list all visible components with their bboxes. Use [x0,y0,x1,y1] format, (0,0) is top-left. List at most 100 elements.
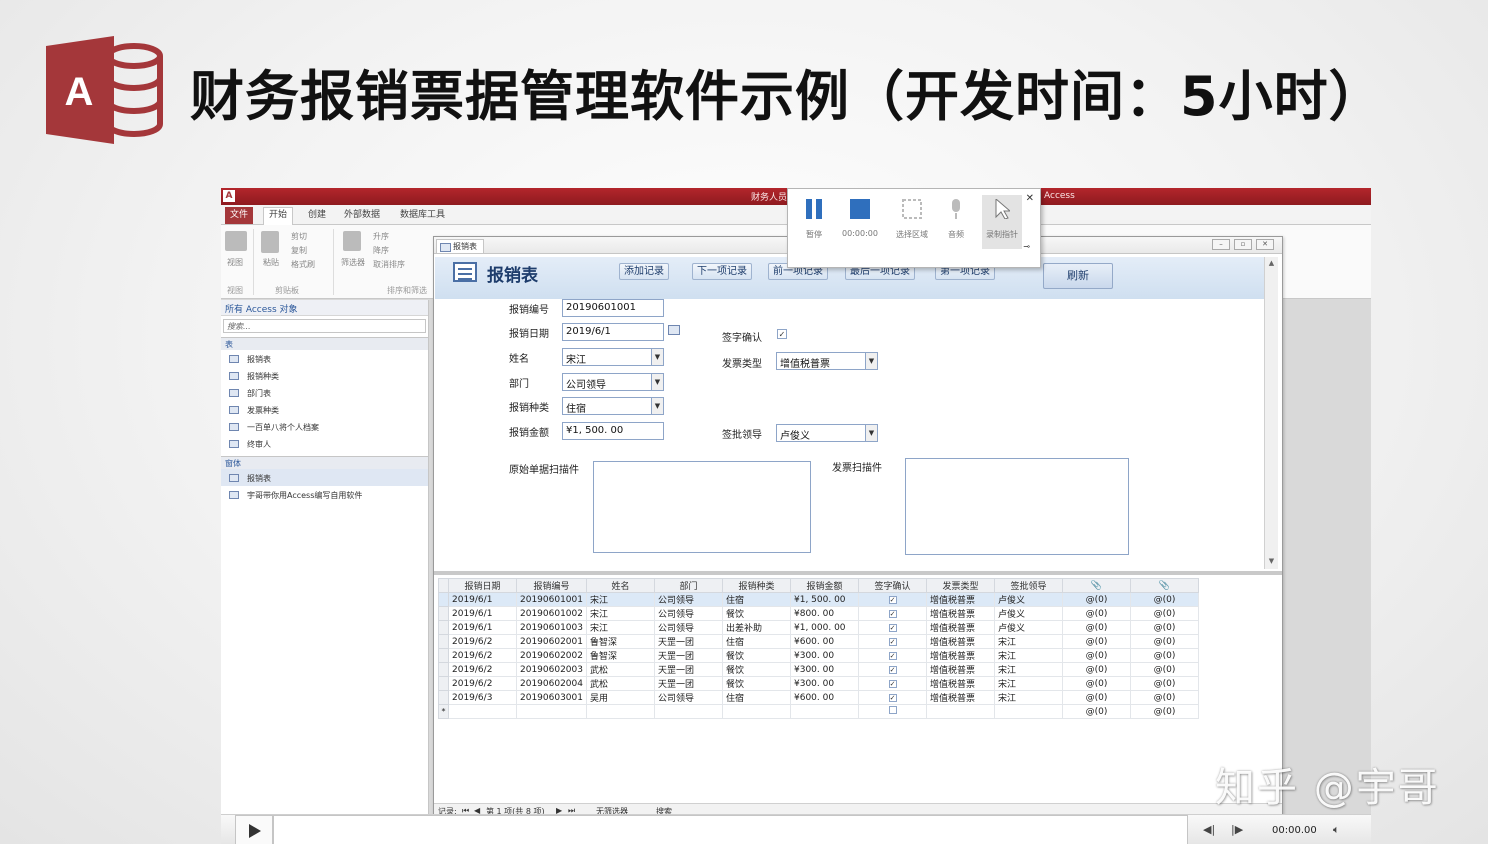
table-cell[interactable]: @(0) [1062,676,1131,691]
table-cell[interactable]: 宋江 [994,662,1063,677]
table-cell[interactable]: 20190602002 [516,648,587,663]
table-cell[interactable]: 鲁智深 [586,648,655,663]
row-selector[interactable] [438,606,449,621]
table-cell[interactable]: 宋江 [586,592,655,607]
tab-external-data[interactable]: 外部数据 [339,208,385,223]
table-cell[interactable]: @(0) [1130,704,1199,719]
table-cell[interactable]: 2019/6/3 [448,690,517,705]
close-icon[interactable]: ✕ [1026,193,1034,204]
table-cell[interactable]: 公司领导 [654,606,723,621]
table-cell[interactable]: 天罡一团 [654,676,723,691]
attachment-column-header[interactable]: 📎 [1062,578,1131,593]
table-cell[interactable]: @(0) [1130,620,1199,635]
column-header[interactable]: 报销金额 [790,578,859,593]
table-cell-checkbox[interactable]: ✓ [858,620,927,635]
table-cell[interactable]: 住宿 [722,690,791,705]
table-cell[interactable]: 公司领导 [654,620,723,635]
table-cell[interactable] [586,704,655,719]
nav-group-tables[interactable]: 表 [221,337,428,350]
table-cell[interactable]: ¥300. 00 [790,648,859,663]
table-cell-checkbox[interactable]: ✓ [858,634,927,649]
scroll-up-icon[interactable]: ▲ [1267,259,1276,268]
table-cell[interactable]: ¥300. 00 [790,676,859,691]
record-pointer-button[interactable]: 录制指针 [982,195,1022,249]
table-cell[interactable]: 吴用 [586,690,655,705]
paste-button[interactable]: 粘贴 [263,257,279,268]
row-selector[interactable] [438,592,449,607]
table-cell[interactable]: 餐饮 [722,676,791,691]
table-cell[interactable]: ¥800. 00 [790,606,859,621]
pause-button[interactable]: 暂停 [794,199,834,240]
tab-database-tools[interactable]: 数据库工具 [395,208,450,223]
table-row[interactable]: 2019/6/2 20190602002 鲁智深 天罡一团 餐饮 ¥300. 00 ✓ 增值税… [438,648,1199,663]
skip-back-icon[interactable]: ◀| [1203,823,1215,836]
table-cell[interactable]: 20190602004 [516,676,587,691]
table-cell[interactable]: @(0) [1062,620,1131,635]
sort-desc-button[interactable]: 降序 [373,245,389,256]
table-cell[interactable]: 增值税普票 [926,676,995,691]
scroll-down-icon[interactable]: ▼ [1267,557,1276,566]
remove-sort-button[interactable]: 取消排序 [373,259,405,270]
checkbox[interactable]: ✓ [888,623,897,632]
column-header[interactable]: 报销日期 [448,578,517,593]
column-header[interactable]: 签字确认 [858,578,927,593]
checkbox[interactable]: ✓ [888,637,897,646]
column-header[interactable]: 报销编号 [516,578,587,593]
table-cell[interactable]: 武松 [586,676,655,691]
table-cell[interactable]: 增值税普票 [926,592,995,607]
nav-header[interactable]: 所有 Access 对象 [221,300,428,316]
table-cell[interactable]: 2019/6/2 [448,634,517,649]
table-cell[interactable]: 20190603001 [516,690,587,705]
select-area-button[interactable]: 选择区域 [892,199,932,240]
row-selector[interactable] [438,676,449,691]
nav-table-item[interactable]: 终审人 [221,435,428,452]
table-cell[interactable] [516,704,587,719]
table-cell[interactable]: 天罡一团 [654,662,723,677]
table-cell[interactable]: 天罡一团 [654,648,723,663]
chevron-down-icon[interactable]: ▼ [865,353,877,369]
attachment-column-header[interactable]: 📎 [1130,578,1199,593]
checkbox[interactable]: ✓ [888,693,897,702]
table-cell[interactable]: 20190601001 [516,592,587,607]
table-cell[interactable]: @(0) [1062,662,1131,677]
table-cell[interactable]: @(0) [1130,634,1199,649]
table-cell[interactable]: @(0) [1062,704,1131,719]
amount-field[interactable]: ¥1, 500. 00 [562,422,664,440]
nav-form-item[interactable]: 宇哥带你用Access编写自用软件 [221,486,428,503]
table-cell[interactable]: 增值税普票 [926,634,995,649]
chevron-down-icon[interactable]: ▼ [651,398,663,414]
table-cell-checkbox[interactable]: ✓ [858,592,927,607]
nav-table-item[interactable]: 部门表 [221,384,428,401]
table-cell[interactable]: @(0) [1062,648,1131,663]
tab-create[interactable]: 创建 [303,208,331,223]
table-cell[interactable]: @(0) [1130,690,1199,705]
table-cell-checkbox[interactable]: ✓ [858,690,927,705]
sort-asc-button[interactable]: 升序 [373,231,389,242]
table-cell[interactable]: @(0) [1062,634,1131,649]
table-cell[interactable]: 鲁智深 [586,634,655,649]
calendar-icon[interactable] [668,325,680,335]
table-cell[interactable]: 20190602001 [516,634,587,649]
table-cell[interactable]: 2019/6/2 [448,662,517,677]
table-cell[interactable]: 2019/6/1 [448,620,517,635]
chevron-down-icon[interactable]: ▼ [651,349,663,365]
row-selector[interactable] [438,648,449,663]
table-cell-checkbox[interactable]: ✓ [858,648,927,663]
format-painter-button[interactable]: 格式刷 [291,259,315,270]
date-field[interactable]: 2019/6/1 [562,323,664,341]
close-icon[interactable]: ✕ [1256,239,1274,250]
nav-search-input[interactable]: 搜索... [223,319,426,333]
table-row[interactable]: 2019/6/2 20190602001 鲁智深 天罡一团 住宿 ¥600. 00 ✓ 增值税… [438,634,1199,649]
restore-icon[interactable]: ▫ [1234,239,1252,250]
table-cell-checkbox[interactable]: ✓ [858,662,927,677]
checkbox[interactable]: ✓ [888,609,897,618]
table-cell[interactable]: 20190602003 [516,662,587,677]
stop-button[interactable]: 00:00:00 [840,199,880,238]
table-row[interactable]: 2019/6/2 20190602003 武松 天罡一团 餐饮 ¥300. 00 ✓ 增值税普… [438,662,1199,677]
filter-button[interactable]: 筛选器 [341,257,365,268]
table-cell[interactable]: 2019/6/1 [448,592,517,607]
table-cell[interactable] [448,704,517,719]
table-cell[interactable]: 20190601002 [516,606,587,621]
cut-button[interactable]: 剪切 [291,231,307,242]
table-cell[interactable]: 卢俊义 [994,592,1063,607]
